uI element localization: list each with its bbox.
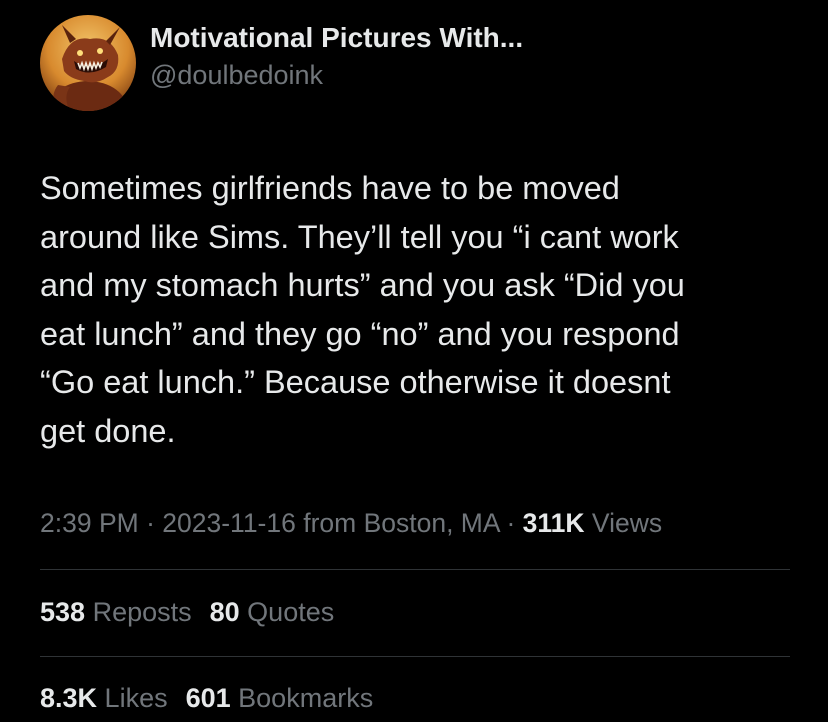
reposts-stat[interactable]: 538 Reposts xyxy=(40,594,192,630)
tweet-date[interactable]: 2023-11-16 xyxy=(162,508,296,538)
likes-stat[interactable]: 8.3K Likes xyxy=(40,680,168,716)
bookmarks-stat[interactable]: 601 Bookmarks xyxy=(186,680,374,716)
tweet-meta: 2:39 PM · 2023-11-16 from Boston, MA · 3… xyxy=(40,505,662,541)
meta-separator: · xyxy=(499,508,523,538)
demon-avatar-icon xyxy=(40,15,136,111)
reposts-count: 538 xyxy=(40,597,86,627)
tweet-text: Sometimes girlfriends have to be moved a… xyxy=(40,170,685,449)
views-label: Views xyxy=(584,508,663,538)
stats-row-likes-bookmarks: 8.3K Likes 601 Bookmarks xyxy=(40,680,391,716)
quotes-count: 80 xyxy=(209,597,240,627)
tweet-location: from Boston, MA xyxy=(295,508,500,538)
tweet-header: Motivational Pictures With... @doulbedoi… xyxy=(40,15,523,111)
bookmarks-label: Bookmarks xyxy=(230,683,374,713)
views-count: 311K xyxy=(522,508,585,538)
divider xyxy=(40,569,790,570)
author-names: Motivational Pictures With... @doulbedoi… xyxy=(150,21,523,92)
divider xyxy=(40,656,790,657)
meta-separator: · xyxy=(138,508,163,538)
quotes-stat[interactable]: 80 Quotes xyxy=(210,594,335,630)
tweet-time[interactable]: 2:39 PM xyxy=(40,508,139,538)
author-handle[interactable]: @doulbedoink xyxy=(150,58,523,92)
author-display-name[interactable]: Motivational Pictures With... xyxy=(150,21,523,55)
likes-label: Likes xyxy=(97,683,168,713)
avatar[interactable] xyxy=(40,15,136,111)
bookmarks-count: 601 xyxy=(185,683,231,713)
quotes-label: Quotes xyxy=(239,597,335,627)
stats-row-reposts-quotes: 538 Reposts 80 Quotes xyxy=(40,594,352,630)
tweet-card: Motivational Pictures With... @doulbedoi… xyxy=(0,0,828,722)
reposts-label: Reposts xyxy=(85,597,192,627)
likes-count: 8.3K xyxy=(40,683,98,713)
